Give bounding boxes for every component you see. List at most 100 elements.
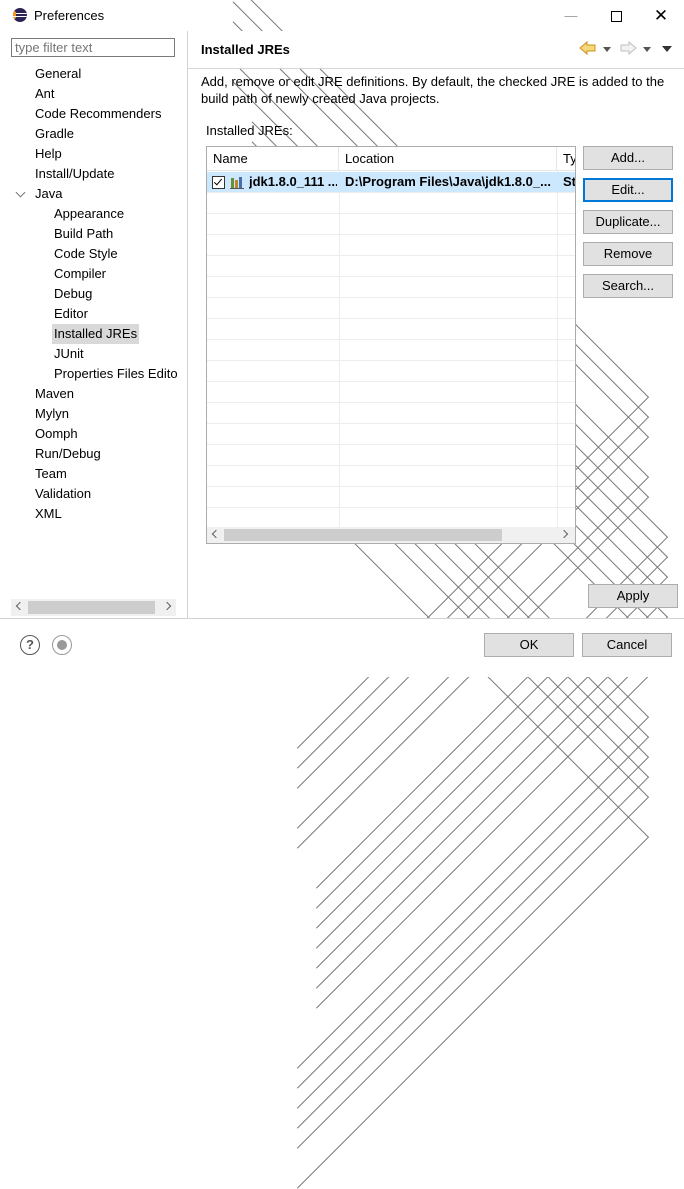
sidebar-item-label: XML [35,506,62,521]
column-divider [557,171,558,527]
help-icon[interactable]: ? [20,635,40,655]
row-divider [207,234,575,235]
row-divider [207,381,575,382]
row-divider [207,486,575,487]
row-divider [207,213,575,214]
jre-table: Name Location Ty jdk1.8.0_111 ... D:\Pro… [206,146,576,544]
sidebar-item-label: Installed JREs [54,326,138,341]
view-menu-icon[interactable] [662,46,672,52]
row-divider [207,402,575,403]
sidebar-item-xml[interactable]: XML [0,421,650,1189]
sidebar-item-label: Oomph [35,426,78,441]
row-divider [207,507,575,508]
sidebar-item-label: Validation [35,486,92,501]
column-header-location[interactable]: Location [339,147,557,171]
maximize-icon [610,11,622,23]
preference-page: Installed JREs Add, remove or edit JRE d… [188,31,684,618]
sidebar-item-editor[interactable]: Editor [0,221,669,989]
search-button[interactable]: Search... [583,274,673,298]
row-divider [207,465,575,466]
sidebar-item-build-path[interactable]: Build Path [0,141,669,909]
sidebar-item-label: Code Style [54,246,118,261]
sidebar-item-label: Mylyn [35,406,69,421]
sidebar-item-debug[interactable]: Debug [0,201,669,969]
scroll-right-icon[interactable] [559,529,569,539]
sidebar-item-code-style[interactable]: Code Style [0,161,669,929]
scrollbar-thumb[interactable] [28,601,155,614]
sidebar-item-installed-jres[interactable]: Installed JREs [0,241,669,1009]
sidebar-item-label: Ant [35,86,55,101]
table-horizontal-scrollbar[interactable] [207,527,575,543]
sidebar-item-label: General [35,66,82,81]
sidebar-item-label: Editor [54,306,88,321]
row-divider [207,297,575,298]
remove-button[interactable]: Remove [583,242,673,266]
jre-library-icon [230,176,246,189]
sidebar-item-install-update[interactable]: Install/Update [0,81,650,849]
edit-button[interactable]: Edit... [583,178,673,202]
row-divider [207,339,575,340]
scroll-left-icon[interactable] [15,601,25,611]
chevron-down-icon[interactable] [15,187,26,198]
sidebar-item-compiler[interactable]: Compiler [0,181,669,949]
scroll-left-icon[interactable] [211,529,221,539]
sidebar-item-label: Gradle [35,126,75,141]
apply-button[interactable]: Apply [588,584,678,608]
sidebar-item-label: Build Path [54,226,114,241]
forward-arrow-icon[interactable] [619,40,637,56]
title-bar: Preferences — ✕ [0,0,684,31]
row-divider [207,276,575,277]
page-header: Installed JREs [188,31,684,69]
jre-name-cell: jdk1.8.0_111 ... [249,174,337,189]
sidebar-item-junit[interactable]: JUnit [0,344,187,364]
page-title: Installed JREs [201,42,290,57]
sidebar-item-team[interactable]: Team [0,381,650,1149]
jre-location-cell: D:\Program Files\Java\jdk1.8.0_... [345,174,551,189]
jre-type-cell: St [563,174,576,189]
eclipse-icon [13,8,27,22]
jre-checkbox[interactable] [212,176,225,189]
sidebar-item-java[interactable]: Java [0,184,187,204]
forward-menu-chevron-down-icon[interactable] [643,47,651,52]
row-divider [207,423,575,424]
preferences-sidebar: General Ant Code Recommenders Gradle Help Ins… [0,0,669,1189]
row-divider [207,318,575,319]
scrollbar-thumb[interactable] [224,529,502,541]
row-divider [207,444,575,445]
column-header-type[interactable]: Ty [557,147,575,171]
sidebar-item-label: Team [35,466,67,481]
sidebar-item-label: Run/Debug [35,446,101,461]
installed-jres-label: Installed JREs: [206,123,293,138]
sidebar-item-label: Java [35,186,63,201]
row-divider [207,255,575,256]
close-button[interactable]: ✕ [638,0,684,31]
cancel-button[interactable]: Cancel [582,633,672,657]
sidebar-item-label: Maven [35,386,75,401]
back-menu-chevron-down-icon[interactable] [603,47,611,52]
ok-button[interactable]: OK [484,633,574,657]
sidebar-item-label: Compiler [54,266,107,281]
close-icon: ✕ [653,6,669,25]
minimize-button[interactable]: — [548,0,594,31]
maximize-button[interactable] [593,0,639,31]
add-button[interactable]: Add... [583,146,673,170]
column-divider [339,171,340,527]
sidebar-item-label: Code Recommenders [35,106,162,121]
sidebar-item-appearance[interactable]: Appearance [0,121,669,889]
back-arrow-icon[interactable] [579,40,597,56]
page-description: Add, remove or edit JRE definitions. By … [201,74,665,106]
sidebar-item-label: JUnit [54,346,84,361]
window-title: Preferences [34,8,105,23]
dialog-footer: ? OK Cancel [0,618,684,677]
record-macro-icon[interactable] [52,635,72,655]
sidebar-item-label: Debug [54,286,93,301]
sidebar-horizontal-scrollbar[interactable] [11,599,176,616]
column-header-name[interactable]: Name [207,147,339,171]
duplicate-button[interactable]: Duplicate... [583,210,673,234]
row-divider [207,192,575,193]
sidebar-item-label: Appearance [54,206,125,221]
scroll-right-icon[interactable] [162,601,172,611]
sidebar-item-code-recommenders[interactable]: Code Recommenders [0,21,650,789]
sidebar-item-label: Help [35,146,62,161]
filter-input[interactable] [11,38,175,57]
